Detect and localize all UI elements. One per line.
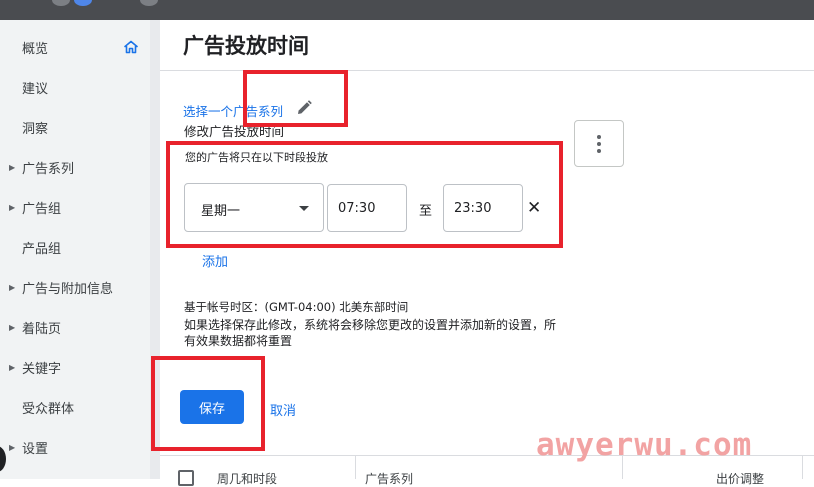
chevron-right-icon: ▶ xyxy=(9,322,16,332)
sidebar-item-label: 建议 xyxy=(22,81,49,97)
sidebar-item-keywords[interactable]: ▶ 关键字 xyxy=(0,347,150,387)
sidebar-item-label: 受众群体 xyxy=(22,401,75,417)
sidebar-item-label: 广告组 xyxy=(22,201,62,217)
reset-warning: 如果选择保存此修改，系统将会移除您更改的设置并添加新的设置，所有效果数据都将重置 xyxy=(184,318,557,348)
annotation-highlight-schedule xyxy=(166,141,563,248)
logo-fragment-icon xyxy=(74,0,92,6)
more-options-button[interactable] xyxy=(574,120,624,167)
sidebar-item-recommendations[interactable]: 建议 xyxy=(0,67,150,107)
sidebar-item-label: 广告系列 xyxy=(22,161,75,177)
chevron-right-icon: ▶ xyxy=(9,362,16,372)
top-app-bar xyxy=(0,0,814,20)
chevron-right-icon: ▶ xyxy=(9,162,16,172)
sidebar-item-product-groups[interactable]: 产品组 xyxy=(0,227,150,267)
chevron-right-icon: ▶ xyxy=(9,282,16,292)
annotation-highlight-edit xyxy=(243,70,348,127)
sidebar-item-campaigns[interactable]: ▶ 广告系列 xyxy=(0,147,150,187)
add-schedule-link[interactable]: 添加 xyxy=(202,251,228,270)
watermark: awyerwu.com xyxy=(536,427,753,463)
sidebar-item-ad-groups[interactable]: ▶ 广告组 xyxy=(0,187,150,227)
timezone-note: 基于帐号时区：(GMT-04:00) 北美东部时间 xyxy=(184,300,409,314)
cancel-button[interactable]: 取消 xyxy=(270,400,296,419)
logo-fragment-icon xyxy=(52,0,70,6)
annotation-highlight-save xyxy=(151,356,265,451)
sidebar-item-label: 着陆页 xyxy=(22,321,62,337)
column-divider xyxy=(802,456,803,479)
column-divider xyxy=(355,456,356,479)
sidebar-item-ads-extensions[interactable]: ▶ 广告与附加信息 xyxy=(0,267,150,307)
sidebar-item-overview[interactable]: 概览 xyxy=(0,27,150,67)
sidebar-item-landing-pages[interactable]: ▶ 着陆页 xyxy=(0,307,150,347)
sidebar-item-label: 洞察 xyxy=(22,121,49,137)
sidebar-item-label: 设置 xyxy=(22,441,49,457)
sidebar-item-insights[interactable]: 洞察 xyxy=(0,107,150,147)
sidebar-item-settings[interactable]: ▶ 设置 xyxy=(0,427,150,467)
sidebar-item-audiences[interactable]: 受众群体 xyxy=(0,387,150,427)
home-icon xyxy=(124,40,138,58)
chevron-right-icon: ▶ xyxy=(9,202,16,212)
sidebar-item-label: 关键字 xyxy=(22,361,62,377)
sidebar: 概览 建议 洞察 ▶ 广告系列 ▶ 广告组 产品组 ▶ 广告与附加信息 ▶ 着陆… xyxy=(0,20,150,479)
logo-fragment-icon xyxy=(140,0,158,6)
sidebar-item-label: 广告与附加信息 xyxy=(22,281,114,297)
sidebar-item-label: 产品组 xyxy=(22,241,62,257)
select-all-checkbox[interactable] xyxy=(178,470,194,486)
more-vert-icon xyxy=(597,134,601,153)
chevron-right-icon: ▶ xyxy=(9,442,16,452)
sidebar-item-label: 概览 xyxy=(22,41,49,57)
page-title: 广告投放时间 xyxy=(183,34,309,58)
